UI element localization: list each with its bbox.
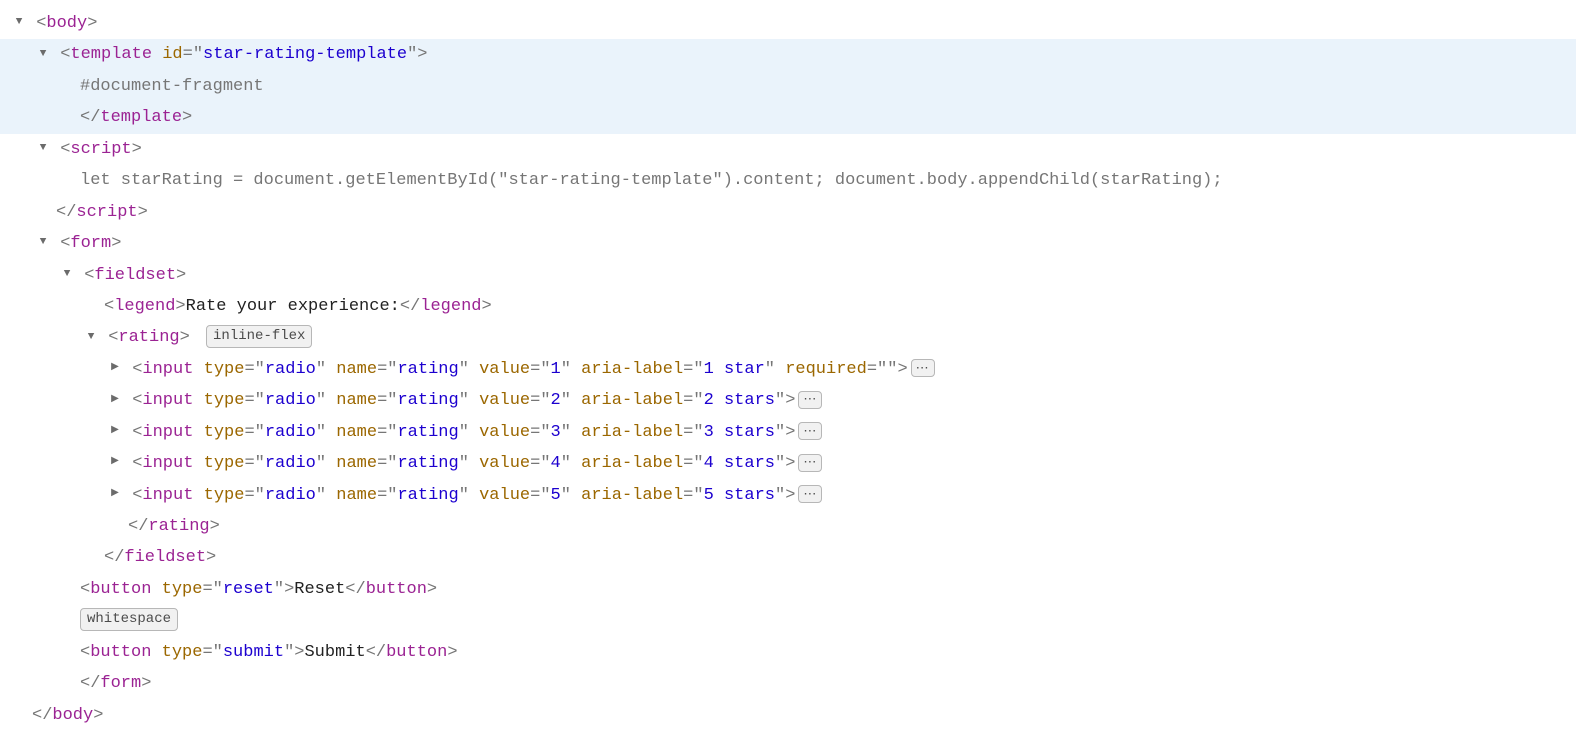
node-button-submit[interactable]: <button type="submit">Submit</button> (0, 637, 1576, 668)
node-whitespace[interactable]: whitespace (0, 605, 1576, 636)
disclosure-triangle-icon[interactable]: ▼ (36, 44, 50, 64)
ellipsis-icon[interactable]: ⋯ (798, 391, 822, 409)
display-badge: inline-flex (206, 325, 312, 348)
whitespace-badge: whitespace (80, 608, 178, 631)
node-form-open[interactable]: ▼ <form> (0, 228, 1576, 259)
disclosure-triangle-icon[interactable]: ▼ (36, 232, 50, 252)
node-rating-close[interactable]: </rating> (0, 511, 1576, 542)
node-script-open[interactable]: ▼ <script> (0, 134, 1576, 165)
disclosure-triangle-icon[interactable]: ▼ (84, 327, 98, 347)
node-input[interactable]: ▶ <input type="radio" name="rating" valu… (0, 448, 1576, 479)
ellipsis-icon[interactable]: ⋯ (798, 454, 822, 472)
ellipsis-icon[interactable]: ⋯ (798, 422, 822, 440)
node-button-reset[interactable]: <button type="reset">Reset</button> (0, 574, 1576, 605)
node-input[interactable]: ▶ <input type="radio" name="rating" valu… (0, 385, 1576, 416)
disclosure-triangle-icon[interactable]: ▼ (36, 138, 50, 158)
disclosure-triangle-icon[interactable]: ▶ (108, 359, 122, 378)
node-template-close[interactable]: </template> (0, 102, 1576, 133)
node-script-close[interactable]: </script> (0, 197, 1576, 228)
disclosure-triangle-icon[interactable]: ▼ (12, 12, 26, 32)
node-body-close[interactable]: </body> (0, 700, 1576, 731)
node-document-fragment[interactable]: #document-fragment (0, 71, 1576, 102)
disclosure-triangle-icon[interactable]: ▶ (108, 453, 122, 472)
ellipsis-icon[interactable]: ⋯ (911, 359, 935, 377)
disclosure-triangle-icon[interactable]: ▶ (108, 391, 122, 410)
ellipsis-icon[interactable]: ⋯ (798, 485, 822, 503)
node-input[interactable]: ▶ <input type="radio" name="rating" valu… (0, 417, 1576, 448)
node-fieldset-close[interactable]: </fieldset> (0, 542, 1576, 573)
node-input[interactable]: ▶ <input type="radio" name="rating" valu… (0, 354, 1576, 385)
node-script-code[interactable]: let starRating = document.getElementById… (0, 165, 1576, 196)
node-fieldset-open[interactable]: ▼ <fieldset> (0, 260, 1576, 291)
disclosure-triangle-icon[interactable]: ▶ (108, 422, 122, 441)
disclosure-triangle-icon[interactable]: ▼ (60, 264, 74, 284)
node-template-open[interactable]: ▼ <template id="star-rating-template"> (0, 39, 1576, 70)
node-form-close[interactable]: </form> (0, 668, 1576, 699)
node-input[interactable]: ▶ <input type="radio" name="rating" valu… (0, 480, 1576, 511)
node-body-open[interactable]: ▼ <body> (0, 8, 1576, 39)
node-rating-open[interactable]: ▼ <rating> inline-flex (0, 322, 1576, 353)
node-legend[interactable]: <legend>Rate your experience:</legend> (0, 291, 1576, 322)
disclosure-triangle-icon[interactable]: ▶ (108, 485, 122, 504)
dom-tree: ▼ <body> ▼ <template id="star-rating-tem… (0, 8, 1576, 731)
